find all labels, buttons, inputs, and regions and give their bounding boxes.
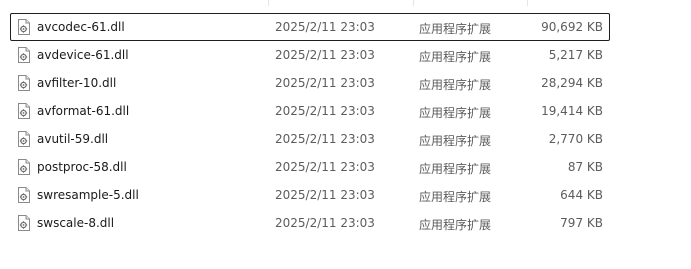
file-size: 28,294 KB (541, 76, 603, 90)
file-date: 2025/2/11 23:03 (275, 160, 375, 174)
file-type: 应用程序扩展 (419, 50, 492, 64)
file-name: swscale-8.dll (37, 216, 115, 230)
file-row[interactable]: avdevice-61.dll 2025/2/11 23:03 应用程序扩展 5… (10, 41, 610, 69)
dll-file-icon (17, 47, 31, 63)
file-size: 644 KB (560, 188, 603, 202)
file-type: 应用程序扩展 (419, 78, 492, 92)
file-name: avutil-59.dll (37, 132, 109, 146)
file-date: 2025/2/11 23:03 (275, 20, 375, 34)
file-name: swresample-5.dll (37, 188, 139, 202)
file-date: 2025/2/11 23:03 (275, 188, 375, 202)
file-size: 5,217 KB (548, 48, 603, 62)
file-size: 797 KB (560, 216, 603, 230)
file-type: 应用程序扩展 (419, 218, 492, 232)
file-type: 应用程序扩展 (419, 106, 492, 120)
file-type: 应用程序扩展 (419, 22, 492, 36)
dll-file-icon (17, 75, 31, 91)
file-name: avcodec-61.dll (37, 20, 125, 34)
file-type: 应用程序扩展 (419, 190, 492, 204)
file-name: postproc-58.dll (37, 160, 127, 174)
dll-file-icon (17, 131, 31, 147)
file-name: avdevice-61.dll (37, 48, 129, 62)
file-date: 2025/2/11 23:03 (275, 48, 375, 62)
dll-file-icon (17, 103, 31, 119)
file-row[interactable]: postproc-58.dll 2025/2/11 23:03 应用程序扩展 8… (10, 153, 610, 181)
file-name: avformat-61.dll (37, 104, 130, 118)
file-row[interactable]: swscale-8.dll 2025/2/11 23:03 应用程序扩展 797… (10, 209, 610, 237)
file-size: 90,692 KB (541, 20, 603, 34)
file-type: 应用程序扩展 (419, 134, 492, 148)
file-size: 2,770 KB (548, 132, 603, 146)
column-separator[interactable] (527, 0, 528, 6)
file-name: avfilter-10.dll (37, 76, 117, 90)
file-list: avcodec-61.dll 2025/2/11 23:03 应用程序扩展 90… (10, 13, 610, 237)
file-date: 2025/2/11 23:03 (275, 132, 375, 146)
file-date: 2025/2/11 23:03 (275, 76, 375, 90)
file-row[interactable]: avutil-59.dll 2025/2/11 23:03 应用程序扩展 2,7… (10, 125, 610, 153)
dll-file-icon (17, 159, 31, 175)
dll-file-icon (17, 215, 31, 231)
dll-file-icon (17, 187, 31, 203)
column-separator[interactable] (413, 0, 414, 6)
file-size: 19,414 KB (541, 104, 603, 118)
file-row[interactable]: avformat-61.dll 2025/2/11 23:03 应用程序扩展 1… (10, 97, 610, 125)
file-row[interactable]: avfilter-10.dll 2025/2/11 23:03 应用程序扩展 2… (10, 69, 610, 97)
column-separator[interactable] (268, 0, 269, 6)
file-row[interactable]: swresample-5.dll 2025/2/11 23:03 应用程序扩展 … (10, 181, 610, 209)
file-size: 87 KB (567, 160, 603, 174)
dll-file-icon (17, 19, 31, 35)
file-date: 2025/2/11 23:03 (275, 216, 375, 230)
file-row[interactable]: avcodec-61.dll 2025/2/11 23:03 应用程序扩展 90… (10, 13, 610, 41)
file-date: 2025/2/11 23:03 (275, 104, 375, 118)
file-type: 应用程序扩展 (419, 162, 492, 176)
